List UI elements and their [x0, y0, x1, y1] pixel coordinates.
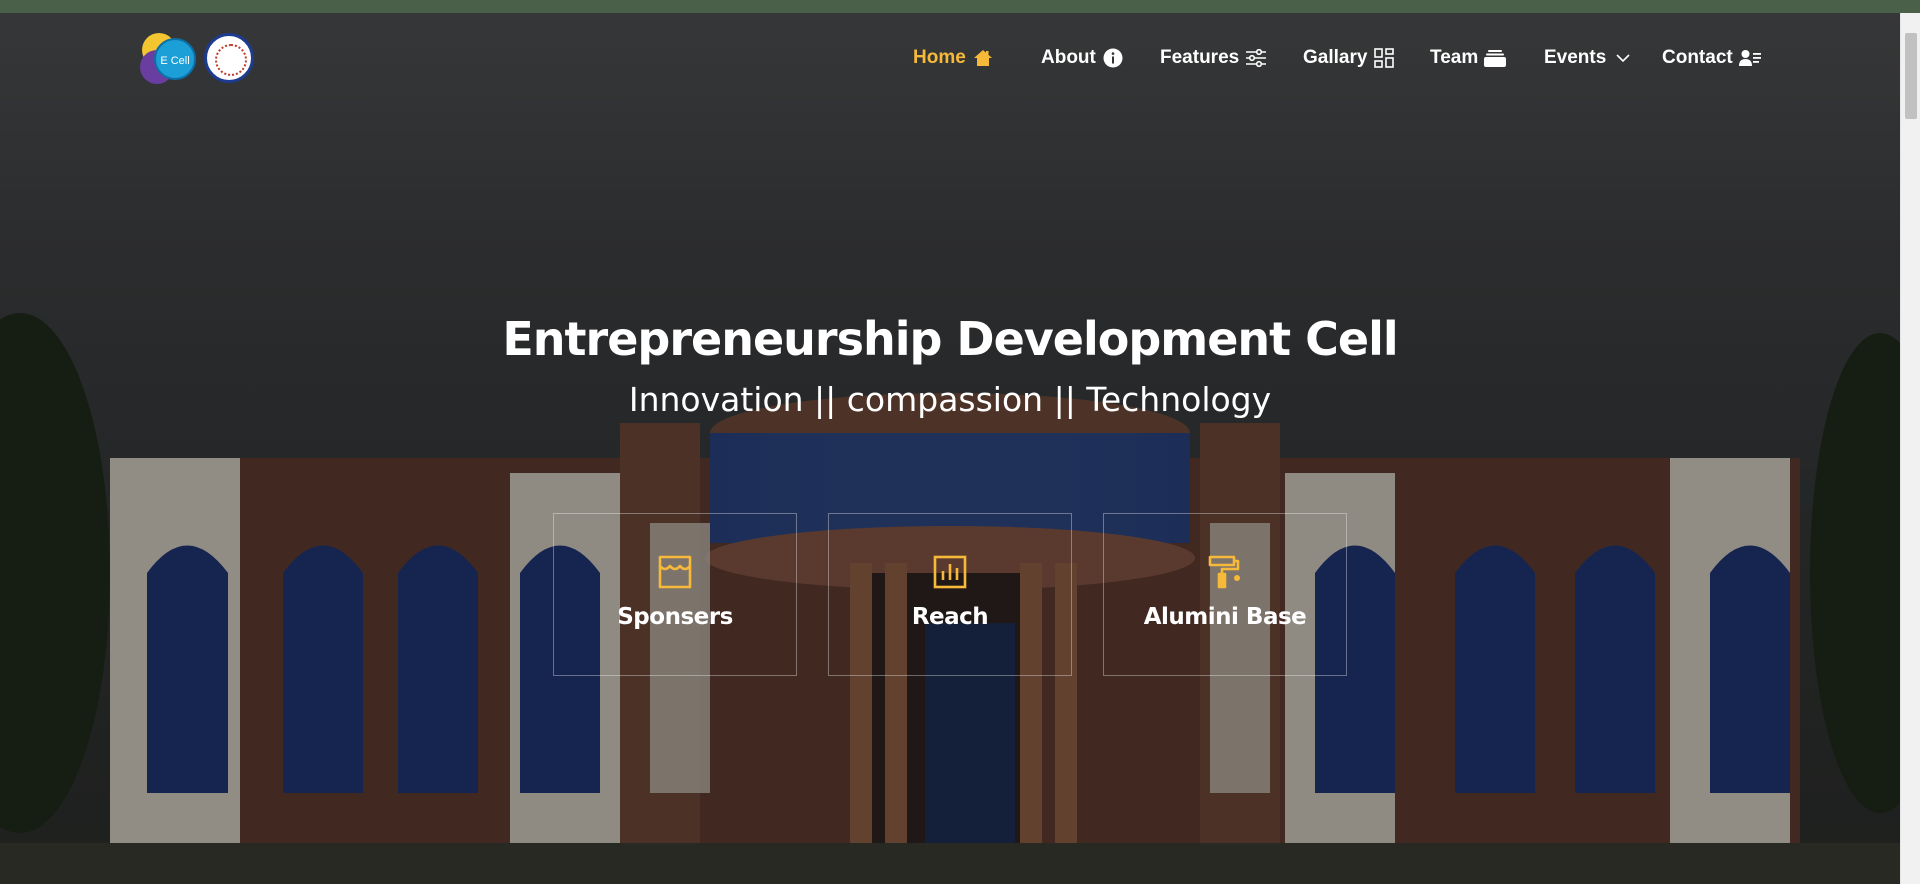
nav-home[interactable]: Home — [913, 43, 994, 73]
hero-title: Entrepreneurship Development Cell — [502, 312, 1398, 366]
nav-features-label: Features — [1160, 47, 1240, 68]
feature-sponsers[interactable]: Sponsers — [553, 513, 797, 676]
paint-roller-icon — [1207, 554, 1243, 590]
nav-gallary[interactable]: Gallary — [1303, 43, 1395, 73]
nav-gallary-label: Gallary — [1303, 47, 1368, 68]
nav-contact-label: Contact — [1662, 47, 1733, 68]
nav-contact[interactable]: Contact — [1662, 43, 1761, 73]
hero-overlay — [0, 13, 1900, 884]
page-scrollbar[interactable] — [1900, 13, 1920, 884]
nav-about[interactable]: About — [1041, 43, 1124, 73]
browser-top-strip — [0, 0, 1920, 13]
sliders-icon — [1245, 47, 1267, 69]
chevron-down-icon — [1612, 47, 1634, 69]
store-icon — [657, 554, 693, 590]
nav-features[interactable]: Features — [1160, 43, 1267, 73]
nav-home-label: Home — [913, 47, 966, 68]
feature-alumini-base[interactable]: Alumini Base — [1103, 513, 1347, 676]
hero-subtitle: Innovation || compassion || Technology — [628, 380, 1272, 419]
main-navigation: Home About Features Gallary Team Events … — [0, 43, 1900, 73]
feature-sponsers-label: Sponsers — [617, 604, 733, 630]
nav-about-label: About — [1041, 47, 1096, 68]
feature-reach-label: Reach — [911, 604, 989, 630]
stack-icon — [1484, 47, 1507, 69]
nav-events-label: Events — [1544, 47, 1607, 68]
bar-chart-icon — [932, 554, 968, 590]
contact-icon — [1738, 47, 1761, 69]
nav-team[interactable]: Team — [1430, 43, 1507, 73]
nav-events[interactable]: Events — [1544, 43, 1634, 73]
grid-icon — [1373, 47, 1395, 69]
hero-background — [0, 13, 1900, 884]
feature-alumini-base-label: Alumini Base — [1143, 604, 1307, 630]
home-icon — [972, 47, 994, 69]
info-icon — [1102, 47, 1124, 69]
scrollbar-thumb[interactable] — [1905, 33, 1917, 119]
feature-reach[interactable]: Reach — [828, 513, 1072, 676]
nav-team-label: Team — [1430, 47, 1479, 68]
